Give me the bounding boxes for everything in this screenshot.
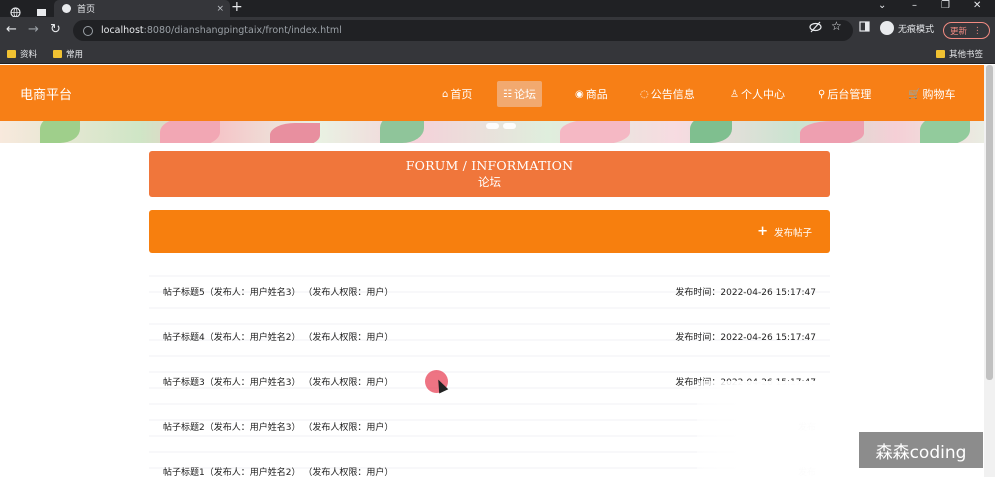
minimize-button[interactable]: – <box>912 0 917 11</box>
bookmark-label: 常用 <box>66 50 84 60</box>
post-title[interactable]: 帖子标题1（发布人：用户姓名2） （发布人权限：用户） <box>163 465 393 477</box>
home-icon: ⌂ <box>442 88 449 100</box>
reload-button[interactable]: ↻ <box>50 22 61 37</box>
video-watermark: 森森coding <box>859 432 983 468</box>
site-navbar: 电商平台 ⌂ 首页 ☷ 论坛 ◉ 商品 ◌ 公告信息 ♙ 个人中心 ⚲ 后台管理 🛒 购物车 <box>0 65 995 121</box>
goods-icon: ◉ <box>575 88 584 100</box>
nav-item-4[interactable]: ◌ 公告信息 <box>634 81 701 107</box>
banner-carousel[interactable] <box>0 121 995 143</box>
post-title[interactable]: 帖子标题5（发布人：用户姓名3） （发布人权限：用户） <box>163 285 393 298</box>
banner-leaf <box>380 121 424 143</box>
bookmark-folder[interactable]: 资料 <box>7 48 37 60</box>
nav-item-3[interactable]: ◉ 商品 <box>569 81 614 107</box>
nav-item-5[interactable]: ♙ 个人中心 <box>724 81 791 107</box>
forum-title-en: FORUM / INFORMATION <box>405 158 574 173</box>
post-title[interactable]: 帖子标题4（发布人：用户姓名2） （发布人权限：用户） <box>163 330 393 343</box>
back-button[interactable]: ← <box>6 22 17 37</box>
nav-item-7[interactable]: 🛒 购物车 <box>902 81 961 107</box>
banner-flower <box>800 121 864 143</box>
folder-icon <box>936 50 945 58</box>
forum-header: FORUM / INFORMATION 论坛 <box>149 151 830 197</box>
banner-flower <box>160 121 220 143</box>
nav-item-label: 公告信息 <box>650 88 695 101</box>
nav-item-label: 商品 <box>585 88 608 101</box>
publish-post-label: 发布帖子 <box>773 228 812 239</box>
tab-search-icon[interactable]: ⌄ <box>878 0 886 11</box>
bookmark-star-icon[interactable]: ☆ <box>831 19 842 33</box>
post-row[interactable]: 帖子标题4（发布人：用户姓名2） （发布人权限：用户） 发布时间：2022-04-… <box>149 324 830 348</box>
notice-icon: ◌ <box>640 88 649 100</box>
post-toolbar: + 发布帖子 <box>149 210 830 253</box>
address-bar[interactable]: localhost:8080/dianshangpingtaix/front/i… <box>73 20 853 41</box>
post-time: 发布时间：2022-04-26 15:17:47 <box>675 288 816 298</box>
url-text[interactable]: localhost:8080/dianshangpingtaix/front/i… <box>101 25 342 36</box>
folder-icon <box>7 50 16 58</box>
menu-icon[interactable]: ⋮ <box>973 26 982 36</box>
bookmarks-bar: 资料 常用 其他书签 <box>0 44 995 64</box>
tab-title: 首页 <box>77 5 96 15</box>
page-scrollbar[interactable] <box>984 65 995 477</box>
plus-icon: + <box>757 224 768 239</box>
post-row[interactable]: 帖子标题5（发布人：用户姓名3） （发布人权限：用户） 发布时间：2022-04-… <box>149 279 830 303</box>
carousel-dot[interactable] <box>503 123 516 129</box>
nav-item-label: 后台管理 <box>827 88 872 101</box>
browser-tab-2[interactable] <box>36 3 47 16</box>
browser-tab-active[interactable]: 首页 × <box>54 0 230 17</box>
favicon-icon <box>62 4 71 13</box>
update-label: 更新 <box>950 26 968 37</box>
incognito-label: 无痕模式 <box>898 24 935 35</box>
nav-item-label: 首页 <box>450 88 473 101</box>
browser-toolbar: ← → ↻ localhost:8080/dianshangpingtaix/f… <box>0 17 995 44</box>
user-icon: ♙ <box>730 88 739 100</box>
incognito-indicator[interactable]: 无痕模式 <box>880 21 934 35</box>
carousel-dot[interactable] <box>486 123 499 129</box>
site-info-icon[interactable] <box>83 25 93 36</box>
screen-glare <box>697 381 857 477</box>
url-path: :8080/dianshangpingtaix/front/index.html <box>143 25 342 36</box>
restore-button[interactable]: ❐ <box>941 0 950 11</box>
incognito-icon <box>880 21 894 35</box>
other-bookmarks[interactable]: 其他书签 <box>936 48 983 60</box>
nav-item-1[interactable]: ⌂ 首页 <box>436 81 478 107</box>
admin-icon: ⚲ <box>818 88 826 100</box>
side-panel-icon[interactable] <box>859 21 870 35</box>
site-brand[interactable]: 电商平台 <box>20 84 72 103</box>
eye-off-icon[interactable] <box>809 21 822 36</box>
forum-title-cn: 论坛 <box>478 175 501 189</box>
close-window-button[interactable]: ✕ <box>973 0 981 11</box>
banner-leaf <box>920 121 970 143</box>
forum-icon: ☷ <box>503 88 512 100</box>
scrollbar-thumb[interactable] <box>986 65 993 380</box>
post-time: 发布时间：2022-04-26 15:17:47 <box>675 333 816 343</box>
side-panel-glyph <box>859 21 870 32</box>
carousel-dots <box>486 123 516 129</box>
other-bookmarks-label: 其他书签 <box>949 50 984 60</box>
banner-flower <box>270 123 320 143</box>
nav-item-2[interactable]: ☷ 论坛 <box>497 81 542 107</box>
banner-flower <box>560 121 630 143</box>
bookmark-label: 资料 <box>20 50 38 60</box>
post-title[interactable]: 帖子标题2（发布人：用户姓名3） （发布人权限：用户） <box>163 420 393 433</box>
eye-off-icon-glyph <box>809 21 822 33</box>
folder-icon <box>53 50 62 58</box>
web-page: 电商平台 ⌂ 首页 ☷ 论坛 ◉ 商品 ◌ 公告信息 ♙ 个人中心 ⚲ 后台管理 🛒 购物车 FORUM … <box>0 65 995 477</box>
forward-button[interactable]: → <box>28 22 39 37</box>
new-tab-button[interactable]: + <box>231 0 243 15</box>
bookmark-folder[interactable]: 常用 <box>53 48 83 60</box>
nav-item-label: 个人中心 <box>740 88 785 101</box>
banner-leaf <box>690 121 732 143</box>
update-button[interactable]: 更新 ⋮ <box>943 22 990 39</box>
browser-tab-1[interactable] <box>10 3 21 18</box>
nav-item-label: 购物车 <box>922 88 956 101</box>
url-host: localhost <box>101 25 144 36</box>
close-tab-icon[interactable]: × <box>216 4 224 14</box>
browser-tab-strip: 首页 × + ⌄ – ❐ ✕ <box>0 0 995 18</box>
banner-leaf <box>40 121 80 143</box>
nav-item-label: 论坛 <box>513 88 536 101</box>
post-title[interactable]: 帖子标题3（发布人：用户姓名3） （发布人权限：用户） <box>163 375 393 388</box>
cart-icon: 🛒 <box>908 88 921 100</box>
publish-post-button[interactable]: + 发布帖子 <box>757 225 812 239</box>
nav-item-6[interactable]: ⚲ 后台管理 <box>812 81 877 107</box>
